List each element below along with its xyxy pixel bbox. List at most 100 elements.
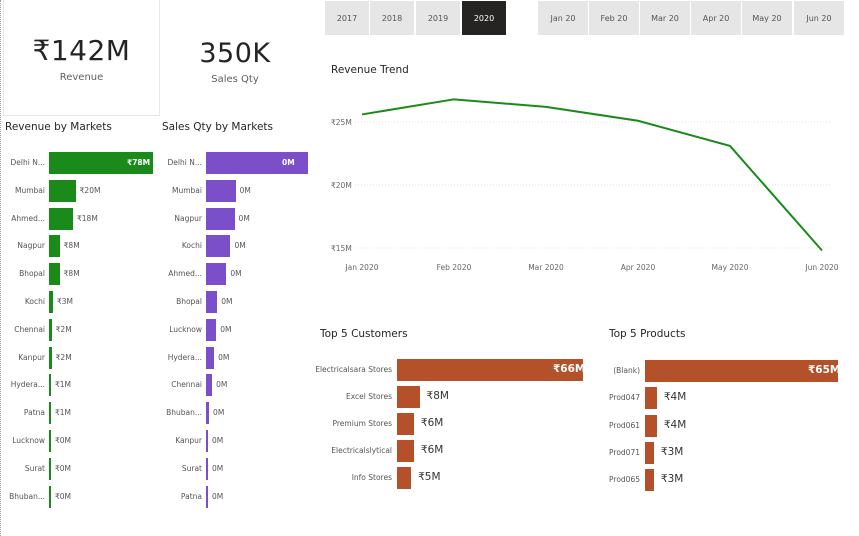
sales-qty-market-bar[interactable] bbox=[206, 235, 231, 258]
year-slicer-button-2020[interactable]: 2020 bbox=[462, 1, 506, 35]
sales-qty-market-value-label: 0M bbox=[234, 241, 246, 251]
month-slicer-button-2[interactable]: Mar 20 bbox=[640, 1, 690, 35]
revenue-trend-point[interactable] bbox=[544, 105, 548, 109]
revenue-kpi-card[interactable]: ₹142M Revenue bbox=[3, 0, 160, 116]
sales-qty-market-value-label: 0M bbox=[212, 491, 224, 501]
sales-qty-market-category-label: Nagpur bbox=[174, 213, 202, 223]
sales-qty-market-bar[interactable] bbox=[206, 207, 235, 230]
sales-qty-market-value-label: 0M bbox=[230, 269, 242, 279]
month-slicer-button-0[interactable]: Jan 20 bbox=[538, 1, 588, 35]
revenue-market-category-label: Patna bbox=[23, 408, 45, 418]
revenue-trend-point[interactable] bbox=[452, 97, 456, 101]
revenue-market-bar[interactable] bbox=[49, 179, 76, 202]
top-product-bar[interactable] bbox=[645, 414, 657, 437]
top-product-bar[interactable] bbox=[645, 441, 654, 464]
sales-qty-market-bar[interactable] bbox=[206, 457, 209, 480]
revenue-trend-chart[interactable]: ₹25M ₹20M ₹15M Jan 2020 Feb 2020 Mar 2020 Apr … bbox=[325, 80, 845, 290]
revenue-market-value-label: ₹0M bbox=[55, 463, 72, 473]
sales-qty-market-value-label: 0M bbox=[212, 463, 224, 473]
x-tick-label: Jan 2020 bbox=[344, 263, 378, 272]
revenue-market-value-label: ₹0M bbox=[55, 436, 72, 445]
top-customer-bar[interactable] bbox=[397, 413, 414, 435]
sales-qty-market-value-label: 0M bbox=[221, 297, 233, 306]
revenue-market-bar[interactable] bbox=[49, 485, 51, 508]
revenue-market-bar[interactable] bbox=[49, 235, 60, 258]
revenue-market-bar[interactable] bbox=[49, 291, 53, 313]
revenue-trend-title: Revenue Trend bbox=[331, 64, 409, 76]
top-customer-value-label: ₹8M bbox=[426, 390, 449, 402]
sales-qty-by-markets-title: Sales Qty by Markets bbox=[162, 121, 273, 133]
revenue-market-bar[interactable] bbox=[49, 263, 60, 286]
revenue-market-category-label: Bhopal bbox=[19, 269, 45, 279]
top-product-value-label: ₹65M bbox=[808, 364, 841, 376]
sales-qty-market-category-label: Bhopal bbox=[176, 297, 202, 306]
sales-qty-market-bar[interactable] bbox=[206, 318, 217, 341]
revenue-trend-point[interactable] bbox=[728, 144, 732, 148]
revenue-trend-point[interactable] bbox=[636, 119, 640, 123]
revenue-market-value-label: ₹78M bbox=[127, 158, 151, 167]
top-product-category-label: Prod047 bbox=[609, 393, 640, 403]
top-products-title: Top 5 Products bbox=[609, 328, 686, 340]
revenue-kpi-label: Revenue bbox=[59, 72, 104, 83]
sales-qty-market-bar[interactable] bbox=[206, 346, 215, 369]
sales-qty-market-value-label: 0M bbox=[218, 352, 230, 362]
sales-qty-market-bar[interactable] bbox=[206, 263, 227, 286]
revenue-market-bar[interactable] bbox=[49, 346, 52, 369]
sales-qty-market-value-label: 0M bbox=[238, 213, 250, 223]
month-slicer-button-3[interactable]: Apr 20 bbox=[691, 1, 741, 35]
top-product-category-label: Prod061 bbox=[609, 420, 640, 430]
sales-qty-kpi-card[interactable]: 350K Sales Qty bbox=[160, 0, 310, 115]
revenue-market-value-label: ₹0M bbox=[55, 491, 72, 501]
top-customer-category-label: Info Stores bbox=[351, 473, 392, 482]
top-customer-bar[interactable] bbox=[397, 440, 414, 462]
sales-qty-market-category-label: Chennai bbox=[171, 380, 202, 390]
top-customer-value-label: ₹5M bbox=[418, 471, 441, 483]
top-product-category-label: Prod065 bbox=[609, 475, 640, 485]
top-customer-bar[interactable] bbox=[397, 386, 420, 408]
sales-qty-market-value-label: 0M bbox=[239, 185, 251, 195]
x-tick-label: Apr 2020 bbox=[621, 263, 656, 272]
revenue-market-value-label: ₹3M bbox=[57, 297, 74, 306]
revenue-market-category-label: Nagpur bbox=[17, 241, 45, 251]
sales-qty-market-bar[interactable] bbox=[206, 430, 209, 452]
top-customer-category-label: Electricalsara Stores bbox=[315, 365, 392, 374]
top-product-bar[interactable] bbox=[645, 387, 657, 410]
y-tick-label: ₹25M bbox=[331, 118, 352, 127]
revenue-market-bar[interactable] bbox=[49, 318, 52, 341]
revenue-market-bar[interactable] bbox=[49, 374, 51, 397]
sales-qty-kpi-label: Sales Qty bbox=[211, 74, 259, 85]
year-slicer-button-2017[interactable]: 2017 bbox=[325, 1, 369, 35]
month-slicer-button-4[interactable]: May 20 bbox=[742, 1, 792, 35]
revenue-market-category-label: Lucknow bbox=[12, 436, 45, 445]
sales-qty-market-bar[interactable] bbox=[206, 402, 210, 425]
month-slicer-button-5[interactable]: Jun 20 bbox=[794, 1, 844, 35]
sales-qty-market-bar[interactable] bbox=[206, 485, 209, 508]
revenue-market-bar[interactable] bbox=[49, 207, 73, 230]
top-product-bar[interactable] bbox=[645, 469, 654, 492]
sales-qty-market-value-label: 0M bbox=[216, 380, 228, 390]
revenue-market-bar[interactable] bbox=[49, 430, 51, 452]
sales-qty-market-category-label: Lucknow bbox=[169, 324, 202, 334]
year-slicer-button-2018[interactable]: 2018 bbox=[370, 1, 414, 35]
year-slicer-button-2019[interactable]: 2019 bbox=[416, 1, 460, 35]
month-slicer-button-1[interactable]: Feb 20 bbox=[589, 1, 639, 35]
revenue-market-bar[interactable] bbox=[49, 402, 51, 425]
sales-qty-market-value-label: 0M bbox=[213, 408, 225, 418]
revenue-trend-point[interactable] bbox=[820, 249, 824, 253]
sales-qty-market-bar[interactable] bbox=[206, 179, 236, 202]
revenue-market-value-label: ₹20M bbox=[79, 185, 101, 195]
revenue-market-category-label: Ahmed... bbox=[11, 213, 45, 223]
revenue-market-value-label: ₹2M bbox=[55, 324, 72, 334]
sales-qty-market-bar[interactable] bbox=[206, 291, 218, 313]
revenue-market-category-label: Kochi bbox=[24, 297, 45, 306]
sales-qty-market-category-label: Surat bbox=[181, 463, 202, 473]
revenue-market-value-label: ₹18M bbox=[77, 213, 98, 223]
top-product-value-label: ₹4M bbox=[663, 391, 687, 404]
sales-qty-market-bar[interactable] bbox=[206, 374, 213, 397]
top-customer-bar[interactable] bbox=[397, 467, 412, 489]
sales-qty-market-category-label: Patna bbox=[180, 491, 202, 501]
revenue-trend-point[interactable] bbox=[360, 112, 364, 116]
sales-qty-market-category-label: Delhi N... bbox=[167, 158, 202, 167]
revenue-market-bar[interactable] bbox=[49, 457, 51, 480]
sales-qty-market-category-label: Kochi bbox=[181, 241, 202, 251]
